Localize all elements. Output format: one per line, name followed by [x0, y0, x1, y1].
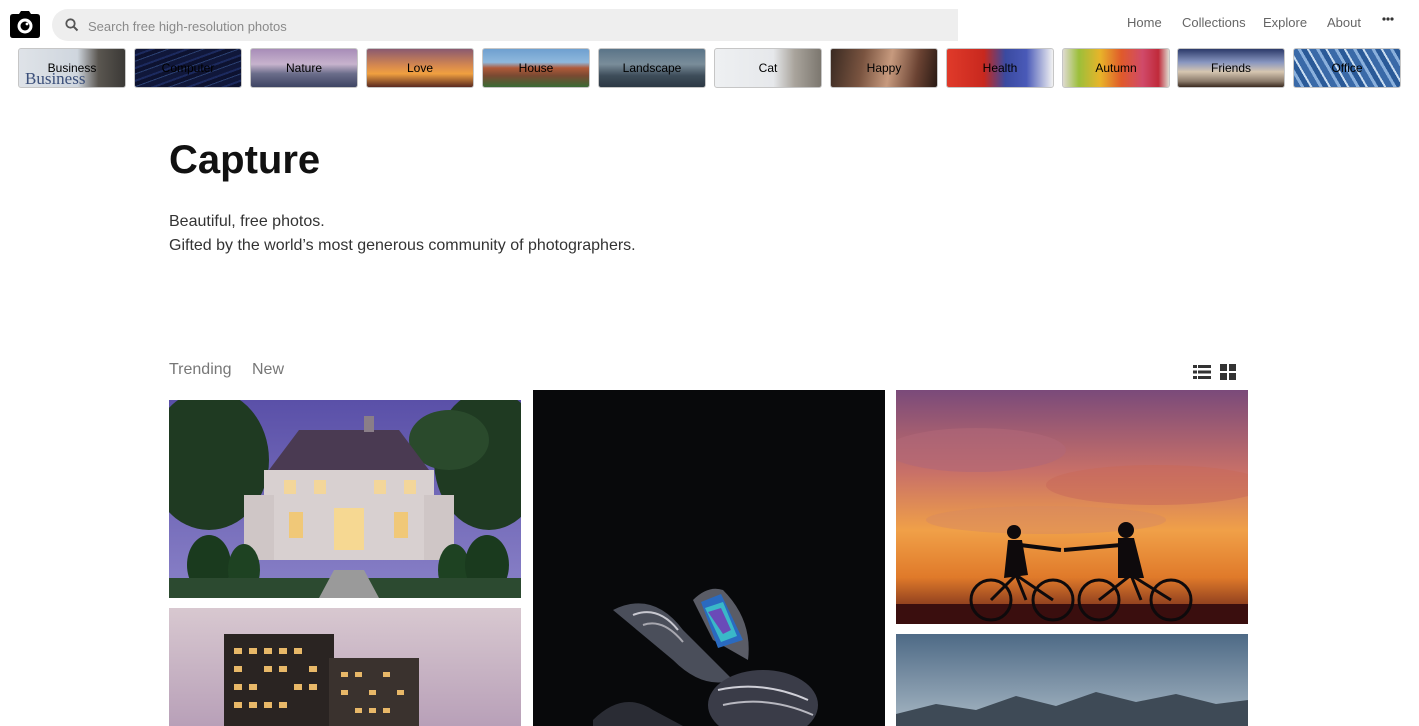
category-label: Business: [47, 61, 97, 75]
search-input[interactable]: [86, 9, 950, 43]
tab-new[interactable]: New: [252, 361, 284, 379]
category-label: Nature: [285, 61, 323, 75]
category-business[interactable]: Business Business: [18, 48, 126, 88]
category-label: Love: [406, 61, 434, 75]
more-dots-icon[interactable]: [1381, 10, 1395, 26]
category-office[interactable]: Office: [1293, 48, 1401, 88]
category-health[interactable]: Health: [946, 48, 1054, 88]
category-happy[interactable]: Happy: [830, 48, 938, 88]
category-autumn[interactable]: Autumn: [1062, 48, 1170, 88]
category-friends[interactable]: Friends: [1177, 48, 1285, 88]
top-bar: Home Collections Explore About: [0, 0, 1419, 46]
nav-explore[interactable]: Explore: [1263, 15, 1307, 30]
tab-trending[interactable]: Trending: [169, 361, 232, 379]
photo-hummingbird[interactable]: [533, 390, 885, 726]
category-house[interactable]: House: [482, 48, 590, 88]
category-love[interactable]: Love: [366, 48, 474, 88]
hero-subtagline: Gifted by the world’s most generous comm…: [169, 237, 636, 254]
hero-tagline: Beautiful, free photos.: [169, 213, 325, 230]
grid-view-icon[interactable]: [1220, 364, 1238, 380]
category-label: Friends: [1210, 61, 1251, 75]
category-label: Autumn: [1095, 61, 1137, 75]
photo-apartment-building[interactable]: [169, 608, 521, 726]
search-icon[interactable]: [64, 17, 80, 33]
nav-home[interactable]: Home: [1127, 15, 1162, 30]
category-label: Happy: [866, 61, 902, 75]
category-computer[interactable]: Computer: [134, 48, 242, 88]
nav-collections[interactable]: Collections: [1182, 15, 1246, 30]
search-bar[interactable]: [52, 9, 958, 43]
nav-about[interactable]: About: [1327, 15, 1361, 30]
category-label: Health: [982, 61, 1018, 75]
category-cat[interactable]: Cat: [714, 48, 822, 88]
photo-couple-bicycles[interactable]: [896, 390, 1248, 624]
category-label: Computer: [161, 61, 215, 75]
category-label: Cat: [758, 61, 778, 75]
photo-mansion[interactable]: [169, 400, 521, 598]
category-label: Office: [1331, 61, 1363, 75]
photo-mountains[interactable]: [896, 634, 1248, 726]
camera-icon[interactable]: [10, 11, 40, 38]
category-nature[interactable]: Nature: [250, 48, 358, 88]
category-label: House: [518, 61, 554, 75]
category-label: Landscape: [622, 61, 682, 75]
category-landscape[interactable]: Landscape: [598, 48, 706, 88]
list-view-icon[interactable]: [1193, 364, 1211, 380]
page-title: Capture: [169, 138, 321, 182]
